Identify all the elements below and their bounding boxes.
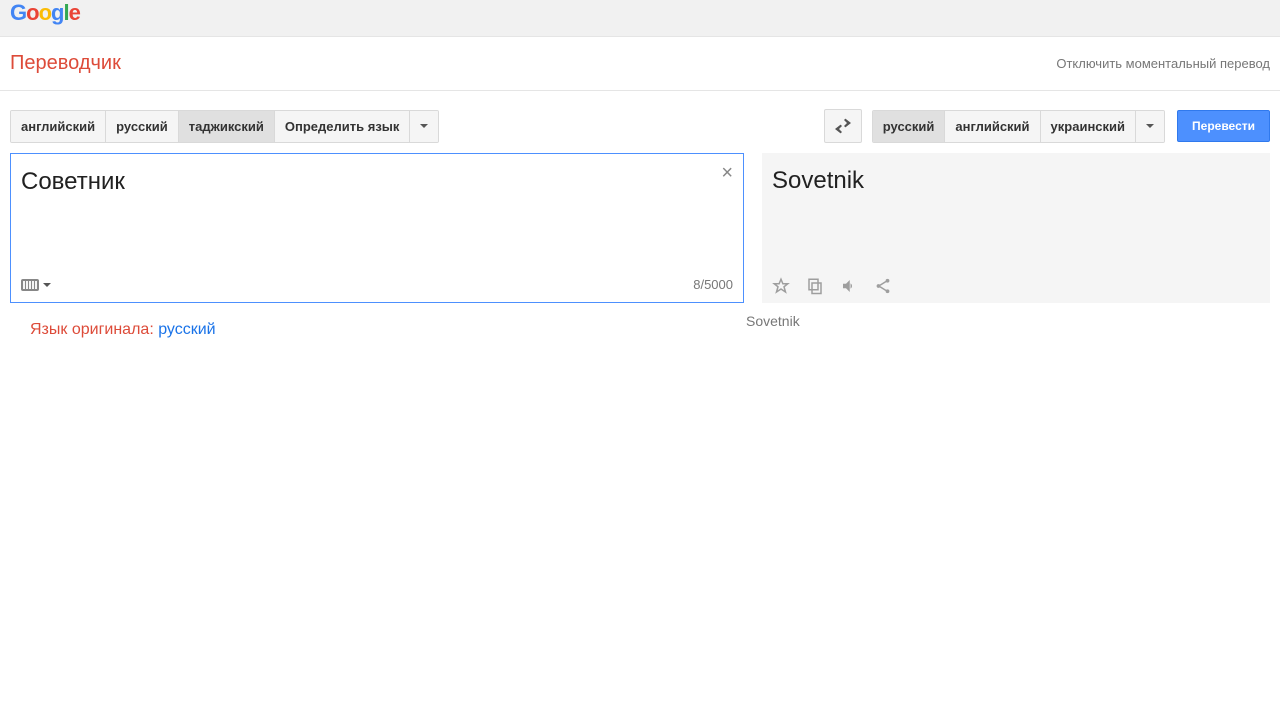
app-bar: Переводчик Отключить моментальный перево… [0,37,1280,91]
source-lang-english[interactable]: английский [11,111,106,142]
keyboard-icon [21,279,39,291]
app-title: Переводчик [10,52,121,75]
source-lang-detect[interactable]: Определить язык [275,111,411,142]
swap-icon [833,118,853,134]
target-lang-ukrainian[interactable]: украинский [1041,111,1136,142]
translation-panes: × 8/5000 Sovetnik [0,153,1280,303]
target-lang-more[interactable] [1136,111,1164,142]
source-footer: 8/5000 [11,271,743,302]
share-button[interactable] [874,277,892,295]
char-count: 8/5000 [693,277,733,292]
copy-icon [806,277,824,295]
result-transliteration: Sovetnik [744,303,1270,329]
detected-language-link[interactable]: русский [158,321,215,338]
save-star-button[interactable] [772,277,790,295]
google-logo[interactable]: Google [10,0,80,25]
language-toolbar: английский русский таджикский Определить… [0,91,1280,153]
result-text: Sovetnik [772,167,1260,271]
target-language-group: русский английский украинский [872,110,1165,143]
keyboard-button[interactable] [21,279,51,291]
source-lang-tajik[interactable]: таджикский [179,111,275,142]
clear-source-button[interactable]: × [721,162,733,185]
result-pane: Sovetnik [762,153,1270,303]
result-actions [772,271,1260,295]
source-pane: × 8/5000 [10,153,744,303]
detected-language-row: Язык оригинала: русский [10,303,744,357]
source-text-input[interactable] [11,154,743,271]
translate-button[interactable]: Перевести [1177,110,1270,142]
close-icon: × [721,162,733,184]
chevron-down-icon [43,283,51,287]
swap-languages-button[interactable] [824,109,862,143]
source-lang-more[interactable] [410,111,438,142]
source-lang-russian[interactable]: русский [106,111,179,142]
speaker-icon [840,277,858,295]
copy-button[interactable] [806,277,824,295]
global-header: Google [0,0,1280,37]
listen-button[interactable] [840,277,858,295]
share-icon [874,277,892,295]
toggle-instant-link[interactable]: Отключить моментальный перевод [1056,56,1270,71]
detected-label: Язык оригинала: [30,321,158,338]
target-lang-russian[interactable]: русский [873,111,946,142]
source-language-group: английский русский таджикский Определить… [10,110,439,143]
target-lang-english[interactable]: английский [945,111,1040,142]
star-icon [772,277,790,295]
chevron-down-icon [420,124,428,128]
chevron-down-icon [1146,124,1154,128]
